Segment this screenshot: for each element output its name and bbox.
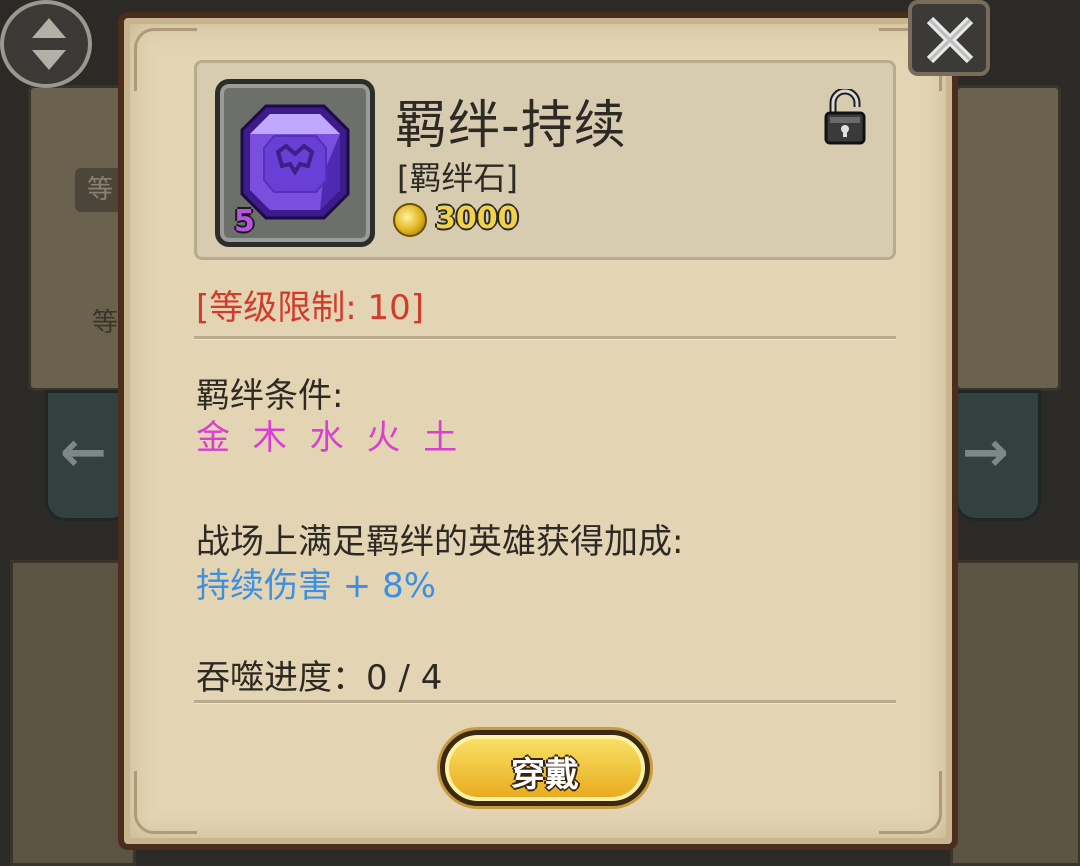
sort-toggle-button[interactable]	[0, 0, 92, 88]
bonus-description: 战场上满足羁绊的英雄获得加成:	[196, 522, 684, 562]
equip-button-label: 穿戴	[511, 755, 579, 795]
item-icon-frame: 5	[215, 79, 375, 247]
level-limit: [等级限制: 10]	[196, 288, 425, 328]
bonus-value: 持续伤害 + 8%	[196, 566, 437, 606]
arrow-right-icon[interactable]: →	[962, 420, 1009, 485]
frame-ornament	[134, 28, 197, 91]
arrow-down-icon	[32, 50, 66, 70]
item-name: 羁绊-持续	[395, 96, 627, 156]
purple-gem-icon	[240, 104, 350, 220]
divider	[194, 336, 896, 340]
bond-elements: 金 木 水 火 土	[196, 418, 464, 458]
arrow-up-icon	[32, 18, 66, 38]
background-card-right	[950, 560, 1080, 866]
background-panel-right	[955, 85, 1061, 391]
item-price: 3000	[435, 201, 519, 236]
item-detail-dialog: 5 羁绊-持续 [羁绊石] 3000 [等级限制: 10] 羁绊条件: 金 木 …	[118, 12, 958, 850]
equip-button[interactable]: 穿戴	[440, 730, 650, 806]
frame-ornament	[134, 771, 197, 834]
item-header-card: 5 羁绊-持续 [羁绊石] 3000	[194, 60, 896, 260]
arrow-left-icon[interactable]: ←	[60, 420, 107, 485]
close-button[interactable]	[908, 0, 990, 76]
unlocked-padlock-icon[interactable]	[823, 89, 867, 145]
background-level-text: 等	[92, 308, 119, 338]
gold-coin-icon	[393, 203, 427, 237]
item-type: [羁绊石]	[397, 159, 518, 197]
divider	[194, 700, 896, 704]
item-level-badge: 5	[234, 204, 255, 239]
crossed-swords-close-icon	[926, 16, 974, 64]
frame-ornament	[879, 771, 942, 834]
devour-progress: 吞噬进度：0 / 4	[196, 658, 443, 698]
